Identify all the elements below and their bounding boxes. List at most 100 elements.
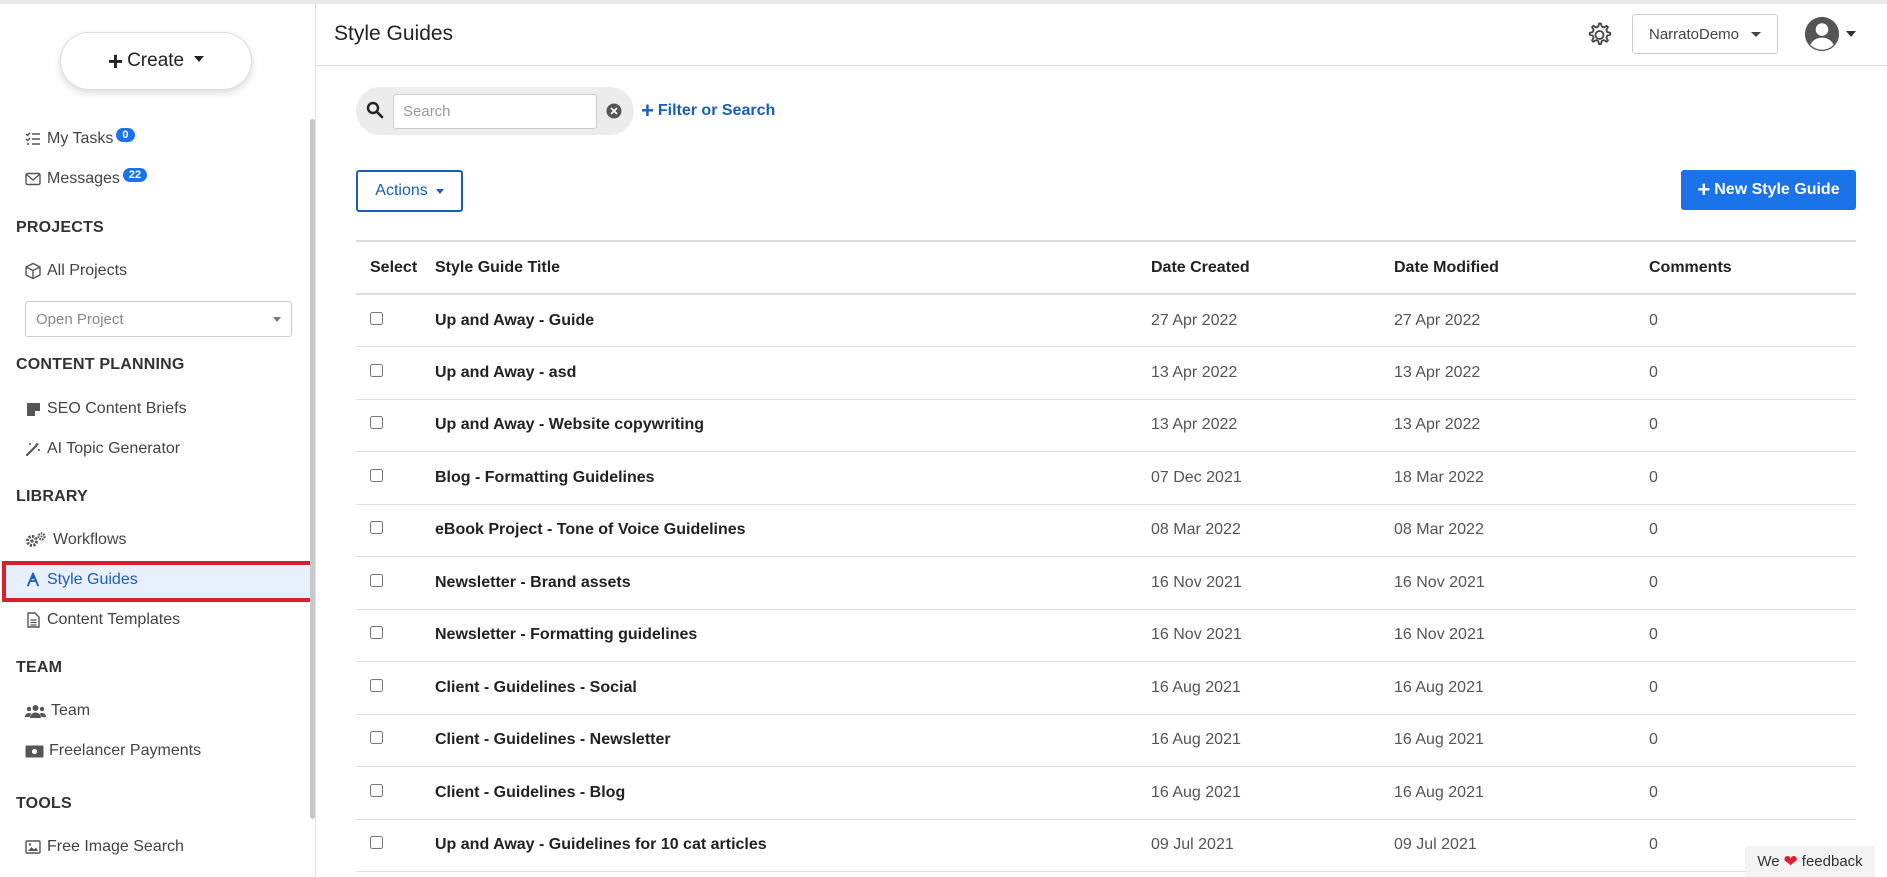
- comments-count-cell: 0: [1649, 661, 1856, 715]
- row-checkbox[interactable]: [370, 521, 383, 535]
- sidebar-item-label: Content Templates: [47, 611, 181, 628]
- file-text-icon: [24, 611, 42, 629]
- user-avatar-menu[interactable]: [1804, 14, 1856, 54]
- column-header-date-modified[interactable]: Date Modified: [1394, 240, 1649, 295]
- sidebar-item-label: Team: [51, 702, 91, 719]
- money-bill-icon: [24, 742, 44, 760]
- column-header-title[interactable]: Style Guide Title: [435, 240, 1151, 295]
- settings-gear-icon[interactable]: [1584, 20, 1614, 50]
- date-modified-cell: 08 Mar 2022: [1394, 504, 1649, 557]
- sidebar-item-content-templates[interactable]: Content Templates: [24, 608, 180, 632]
- table-row[interactable]: Newsletter - Brand assets 16 Nov 2021 16 N…: [356, 556, 1856, 610]
- sidebar-item-team[interactable]: Team: [24, 699, 90, 723]
- row-checkbox[interactable]: [370, 363, 383, 377]
- sidebar-item-label: AI Topic Generator: [47, 440, 181, 457]
- row-checkbox[interactable]: [370, 416, 383, 430]
- row-checkbox[interactable]: [370, 626, 383, 640]
- row-checkbox[interactable]: [370, 311, 383, 325]
- style-guide-title-link[interactable]: Up and Away - Guidelines for 10 cat arti…: [435, 819, 1151, 872]
- style-guide-title-link[interactable]: Client - Guidelines - Social: [435, 661, 1151, 715]
- projects-heading: PROJECTS: [16, 219, 104, 236]
- actions-dropdown-button[interactable]: Actions: [356, 170, 463, 212]
- magic-wand-icon: [24, 440, 42, 458]
- row-checkbox[interactable]: [370, 731, 383, 745]
- pen-nib-icon: [24, 571, 42, 589]
- search-icon: [366, 101, 384, 119]
- clear-search-icon[interactable]: [606, 103, 622, 119]
- cube-icon: [24, 262, 42, 280]
- date-created-cell: 16 Aug 2021: [1151, 661, 1394, 715]
- table-header-row: Select Style Guide Title Date Created Da…: [356, 240, 1856, 295]
- envelope-icon: [24, 170, 42, 188]
- row-checkbox[interactable]: [370, 573, 383, 587]
- sidebar-item-label: Freelancer Payments: [49, 742, 202, 759]
- create-label: Create: [127, 50, 185, 71]
- chevron-down-icon: [1846, 31, 1856, 37]
- row-checkbox[interactable]: [370, 836, 383, 850]
- comments-count-cell: 0: [1649, 556, 1856, 610]
- page-title: Style Guides: [334, 22, 454, 45]
- feedback-prefix: We: [1757, 853, 1780, 870]
- chevron-down-icon: [1751, 31, 1762, 37]
- table-row[interactable]: Client - Guidelines - Newsletter 16 Aug 2…: [356, 714, 1856, 767]
- search-input[interactable]: [393, 94, 597, 129]
- filter-or-search-link[interactable]: + Filter or Search: [641, 100, 775, 122]
- style-guide-title-link[interactable]: Newsletter - Formatting guidelines: [435, 609, 1151, 662]
- sidebar-item-free-image-search[interactable]: Free Image Search: [24, 835, 184, 859]
- table-row[interactable]: Blog - Formatting Guidelines 07 Dec 2021 1…: [356, 451, 1856, 505]
- style-guide-title-link[interactable]: eBook Project - Tone of Voice Guidelines: [435, 504, 1151, 557]
- sidebar-item-messages[interactable]: Messages 22: [24, 167, 148, 191]
- comments-count-cell: 0: [1649, 399, 1856, 452]
- table-row[interactable]: Up and Away - asd 13 Apr 2022 13 Apr 2022 0: [356, 346, 1856, 400]
- chevron-down-icon: [194, 56, 205, 62]
- heart-icon: ❤: [1783, 851, 1798, 871]
- table-row[interactable]: Up and Away - Website copywriting 13 Apr …: [356, 399, 1856, 452]
- row-select-cell: [356, 766, 435, 820]
- comments-count-cell: 0: [1649, 451, 1856, 505]
- date-modified-cell: 16 Aug 2021: [1394, 661, 1649, 715]
- table-row[interactable]: Client - Guidelines - Blog 16 Aug 2021 16 …: [356, 766, 1856, 820]
- style-guide-title-link[interactable]: Up and Away - Website copywriting: [435, 399, 1151, 452]
- column-header-date-created[interactable]: Date Created: [1151, 240, 1394, 295]
- search-bar: [356, 87, 634, 135]
- table-row[interactable]: Up and Away - Guide 27 Apr 2022 27 Apr 202…: [356, 294, 1856, 347]
- cogs-icon: [24, 531, 48, 549]
- comments-count-cell: 0: [1649, 294, 1856, 347]
- sidebar-scrollbar[interactable]: [310, 119, 315, 819]
- row-select-cell: [356, 346, 435, 400]
- style-guide-title-link[interactable]: Up and Away - asd: [435, 346, 1151, 400]
- table-row[interactable]: eBook Project - Tone of Voice Guidelines…: [356, 504, 1856, 557]
- account-select[interactable]: NarratoDemo: [1632, 14, 1778, 54]
- style-guide-title-link[interactable]: Blog - Formatting Guidelines: [435, 451, 1151, 505]
- sidebar-item-style-guides[interactable]: Style Guides: [24, 568, 138, 592]
- table-row[interactable]: Up and Away - Guidelines for 10 cat arti…: [356, 819, 1856, 872]
- sidebar-item-my-tasks[interactable]: My Tasks 0: [24, 127, 135, 151]
- column-header-comments[interactable]: Comments: [1649, 240, 1856, 295]
- sidebar-item-ai-topic-generator[interactable]: AI Topic Generator: [24, 437, 180, 461]
- style-guide-title-link[interactable]: Client - Guidelines - Blog: [435, 766, 1151, 820]
- table-row[interactable]: Client - Guidelines - Social 16 Aug 2021 1…: [356, 661, 1856, 715]
- date-modified-cell: 13 Apr 2022: [1394, 399, 1649, 452]
- comments-count-cell: 0: [1649, 609, 1856, 662]
- sidebar-item-freelancer-payments[interactable]: Freelancer Payments: [24, 739, 201, 763]
- date-created-cell: 16 Nov 2021: [1151, 609, 1394, 662]
- new-style-guide-button[interactable]: + New Style Guide: [1681, 170, 1856, 210]
- style-guide-title-link[interactable]: Newsletter - Brand assets: [435, 556, 1151, 610]
- date-created-cell: 13 Apr 2022: [1151, 346, 1394, 400]
- create-button[interactable]: + Create: [60, 32, 252, 90]
- table-row[interactable]: Newsletter - Formatting guidelines 16 Nov…: [356, 609, 1856, 662]
- plus-icon: +: [107, 46, 124, 76]
- sidebar-item-seo-content-briefs[interactable]: SEO Content Briefs: [24, 397, 187, 421]
- row-checkbox[interactable]: [370, 678, 383, 692]
- feedback-button[interactable]: We ❤ feedback: [1745, 846, 1875, 877]
- open-project-select[interactable]: Open Project: [25, 301, 292, 337]
- user-avatar-icon: [1804, 16, 1840, 52]
- style-guide-title-link[interactable]: Up and Away - Guide: [435, 294, 1151, 347]
- date-modified-cell: 16 Nov 2021: [1394, 609, 1649, 662]
- style-guide-title-link[interactable]: Client - Guidelines - Newsletter: [435, 714, 1151, 767]
- sidebar-item-all-projects[interactable]: All Projects: [24, 259, 127, 283]
- row-checkbox[interactable]: [370, 783, 383, 797]
- sidebar-item-workflows[interactable]: Workflows: [24, 528, 127, 552]
- style-guides-table: Select Style Guide Title Date Created Da…: [356, 240, 1856, 872]
- row-checkbox[interactable]: [370, 468, 383, 482]
